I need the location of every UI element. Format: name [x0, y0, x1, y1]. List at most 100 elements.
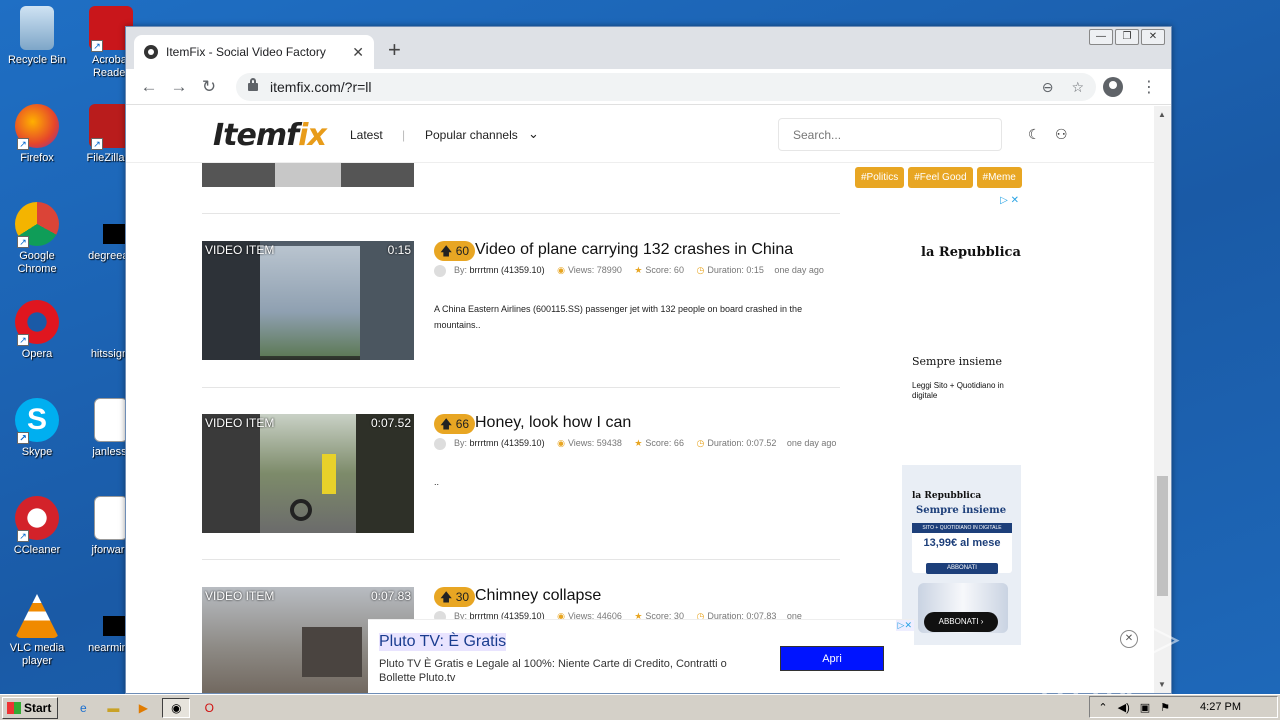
restore-button[interactable]: ❐	[1115, 29, 1139, 45]
tag-politics[interactable]: #Politics	[855, 167, 905, 188]
volume-icon[interactable]: ◀)	[1118, 701, 1130, 714]
nav-popular-channels[interactable]: Popular channels	[425, 128, 518, 142]
minimize-button[interactable]: —	[1089, 29, 1113, 45]
desktop-icon-label: VLC media player	[9, 642, 65, 667]
video-title-link[interactable]: Honey, look how I can	[475, 414, 631, 432]
dark-mode-moon-icon[interactable]: ☾	[1028, 126, 1041, 143]
video-title-link[interactable]: Video of plane carrying 132 crashes in C…	[475, 241, 793, 259]
site-header: Itemfix Latest | Popular channels ⌄ Sear…	[126, 106, 1155, 163]
tray-expand-icon[interactable]: ⌃	[1098, 701, 1107, 714]
video-duration: 0:15	[387, 243, 411, 257]
video-title-link[interactable]: Chimney collapse	[475, 587, 601, 605]
author-link[interactable]: brrrtmn (41359.10)	[470, 438, 545, 448]
itemfix-logo[interactable]: Itemfix	[213, 118, 327, 153]
promo-tagline: Sempre insieme	[916, 505, 1007, 516]
new-tab-button[interactable]: +	[388, 39, 401, 61]
desktop-icon-label: Skype	[21, 446, 53, 458]
scrollbar-thumb[interactable]	[1157, 476, 1168, 596]
promo-price: 13,99€ al mese	[923, 537, 1001, 549]
desktop-icon-firefox[interactable]: ↗ Firefox	[0, 104, 74, 165]
item-divider	[202, 387, 840, 388]
tab-close-icon[interactable]: ✕	[352, 44, 364, 61]
media-player-icon[interactable]: ▶	[132, 698, 154, 718]
ad-promo-image[interactable]: la Repubblica Sempre insieme SITO + QUOT…	[902, 465, 1021, 645]
ie-icon[interactable]: e	[72, 698, 94, 718]
close-window-button[interactable]: ✕	[1141, 29, 1165, 45]
score-text: Score: 60	[645, 265, 684, 275]
desktop-icon-chrome[interactable]: ↗ Google Chrome	[0, 202, 74, 276]
video-description: A China Eastern Airlines (600115.SS) pas…	[434, 304, 803, 330]
profile-icon[interactable]	[1103, 77, 1123, 97]
opera-taskbar-icon[interactable]: O	[198, 698, 220, 718]
chrome-icon: ↗	[15, 202, 59, 248]
network-icon[interactable]: ▣	[1140, 701, 1150, 714]
close-circle-icon[interactable]: ✕	[1120, 630, 1138, 648]
taskbar-clock[interactable]: 4:27 PM	[1200, 701, 1241, 713]
ad-brand: la Repubblica	[921, 245, 1021, 260]
firefox-icon: ↗	[15, 104, 59, 150]
start-button[interactable]: Start	[2, 696, 59, 719]
page-scrollbar[interactable]: ▲ ▼	[1154, 106, 1171, 693]
views-count: Views: 59438	[567, 438, 622, 448]
chevron-down-icon[interactable]: ⌄	[528, 126, 539, 142]
by-label: By:	[454, 438, 468, 448]
logo-accent: ix	[298, 118, 327, 153]
zoom-icon[interactable]: ⊖	[1042, 79, 1054, 96]
menu-kebab-icon[interactable]: ⋮	[1141, 77, 1157, 97]
previous-item-thumbnail[interactable]	[202, 163, 414, 187]
desktop-icon-recycle-bin[interactable]: Recycle Bin	[0, 6, 74, 67]
clock-icon: ◷	[696, 265, 705, 275]
sidebar-ad[interactable]: ▷ ✕ la Repubblica Sempre insieme Leggi S…	[902, 195, 1021, 645]
promo-band-label: SITO + QUOTIDIANO IN DIGITALE	[912, 523, 1012, 533]
tag-feel-good[interactable]: #Feel Good	[908, 167, 973, 188]
tag-meme[interactable]: #Meme	[976, 167, 1022, 188]
bookmark-star-icon[interactable]: ☆	[1071, 79, 1084, 96]
recycle-bin-icon	[20, 6, 54, 50]
window-controls: — ❐ ✕	[1089, 29, 1165, 45]
scroll-up-icon[interactable]: ▲	[1158, 110, 1166, 119]
desktop-icon-label: Google Chrome	[17, 250, 57, 275]
page-viewport: VIDEO ITEM 0:15 🡅 60 Video of plane carr…	[126, 106, 1155, 693]
nav-latest[interactable]: Latest	[350, 128, 383, 142]
adchoices-icon[interactable]: ▷ ✕	[1000, 195, 1019, 206]
score-badge[interactable]: 🡅 60	[434, 241, 476, 261]
video-thumbnail[interactable]: VIDEO ITEM 0:07.52	[202, 414, 414, 533]
browser-window: ItemFix - Social Video Factory ✕ + — ❐ ✕…	[125, 26, 1172, 694]
desktop-icon-ccleaner[interactable]: ↗ CCleaner	[0, 496, 74, 557]
abbonati-button[interactable]: ABBONATI ›	[924, 612, 998, 632]
user-account-icon[interactable]: ⚇	[1055, 126, 1068, 143]
forward-arrow-icon[interactable]: →	[164, 77, 194, 97]
search-input[interactable]: Search...	[778, 118, 1002, 151]
vlc-icon	[15, 594, 59, 638]
ad-body: Pluto TV È Gratis e Legale al 100%: Nien…	[379, 658, 727, 684]
bottom-banner-ad[interactable]: Pluto TV: È Gratis Pluto TV È Gratis e L…	[368, 619, 914, 693]
reload-icon[interactable]: ↻	[194, 77, 224, 97]
address-bar[interactable]: itemfix.com/?r=ll ⊖ ☆	[236, 73, 1096, 101]
promo-small-button[interactable]: ABBONATI	[926, 563, 998, 574]
video-thumbnail[interactable]: VIDEO ITEM 0:15	[202, 241, 414, 360]
duration-text: Duration: 0:15	[707, 265, 764, 275]
chrome-taskbar-icon[interactable]: ◉	[162, 697, 191, 718]
ccleaner-icon: ↗	[15, 496, 59, 542]
author-link[interactable]: brrrtmn (41359.10)	[470, 265, 545, 275]
ad-open-button[interactable]: Apri	[780, 646, 884, 671]
ad-headline[interactable]: Pluto TV: È Gratis	[379, 633, 507, 651]
adchoices-icon[interactable]: ▷✕	[895, 620, 914, 631]
system-tray: ⌃ ◀) ▣ ⚑ 4:27 PM	[1089, 696, 1278, 718]
explorer-folder-icon[interactable]: ▬	[102, 698, 124, 718]
back-arrow-icon[interactable]: ←	[134, 77, 164, 97]
desktop-icon-label: Recycle Bin	[7, 54, 67, 66]
logo-text: Itemf	[213, 118, 299, 153]
address-url[interactable]: itemfix.com/?r=ll	[270, 79, 1042, 95]
browser-tab[interactable]: ItemFix - Social Video Factory ✕	[134, 35, 374, 69]
desktop-icon-opera[interactable]: ↗ Opera	[0, 300, 74, 361]
score-badge[interactable]: 🡅 30	[434, 587, 476, 607]
desktop-icon-vlc[interactable]: VLC media player	[0, 594, 74, 668]
video-description: ..	[434, 477, 440, 487]
lock-icon	[248, 78, 258, 91]
flag-icon[interactable]: ⚑	[1160, 701, 1170, 714]
word-document-icon	[94, 398, 128, 442]
score-badge[interactable]: 🡅 66	[434, 414, 476, 434]
desktop-icon-skype[interactable]: S ↗ Skype	[0, 398, 74, 459]
posted-age: one day ago	[786, 438, 837, 448]
